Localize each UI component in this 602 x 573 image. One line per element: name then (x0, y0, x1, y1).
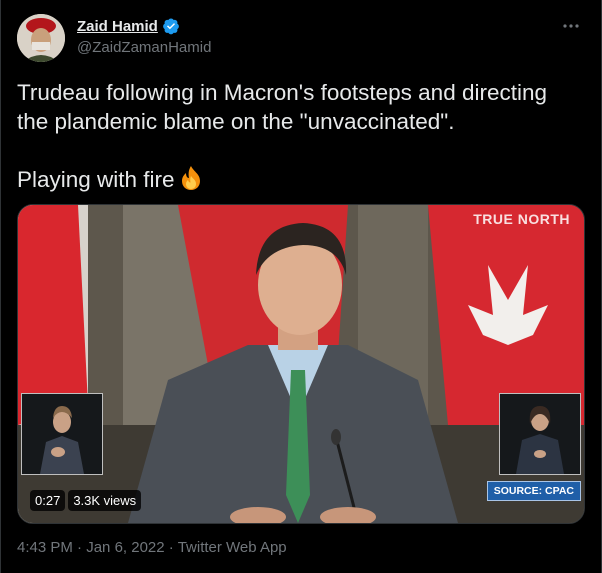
separator: · (72, 539, 87, 556)
author-handle[interactable]: @ZaidZamanHamid (77, 39, 211, 56)
interpreter-icon (22, 394, 102, 474)
tweet-card: Zaid Hamid @ZaidZamanHamid Trudeau follo… (0, 0, 602, 573)
tweet-text-line: Trudeau following in Macron's footsteps … (17, 80, 548, 105)
more-horizontal-icon (563, 24, 579, 28)
tweet-text: Trudeau following in Macron's footsteps … (17, 78, 585, 194)
more-options-button[interactable] (559, 16, 583, 36)
source-badge: SOURCE: CPAC (486, 481, 581, 501)
author-name[interactable]: Zaid Hamid (77, 18, 158, 35)
tweet-text-line: Playing with fire (17, 165, 585, 194)
author-name-link[interactable]: Zaid Hamid (77, 17, 180, 35)
tweet-text-line: the plandemic blame on the "unvaccinated… (17, 109, 455, 134)
tweet-text-fragment: Playing with fire (17, 167, 175, 192)
verified-badge-icon (162, 18, 179, 35)
avatar[interactable] (17, 14, 65, 62)
separator: · (164, 539, 178, 556)
tweet-timestamp: 4:43 PM · Jan 6, 2022 · Twitter Web App (17, 539, 287, 556)
true-north-watermark: TRUE NORTH (473, 211, 570, 227)
avatar-image (17, 14, 65, 62)
tweet-date-link[interactable]: Jan 6, 2022 (86, 539, 164, 556)
video-meta: 0:27 3.3K views (30, 490, 142, 511)
video-frame (18, 205, 584, 523)
video-views: 3.3K views (68, 490, 142, 511)
sign-language-inset-right (499, 393, 581, 475)
interpreter-icon (500, 394, 580, 474)
tweet-time-link[interactable]: 4:43 PM (17, 539, 73, 556)
sign-language-inset-left (21, 393, 103, 475)
fire-emoji-icon (181, 166, 200, 190)
tweet-client-link[interactable]: Twitter Web App (178, 539, 287, 556)
video-player[interactable]: TRUE NORTH SOURCE: CPAC 0:27 3.3K views (17, 204, 585, 524)
video-duration: 0:27 (30, 490, 66, 511)
